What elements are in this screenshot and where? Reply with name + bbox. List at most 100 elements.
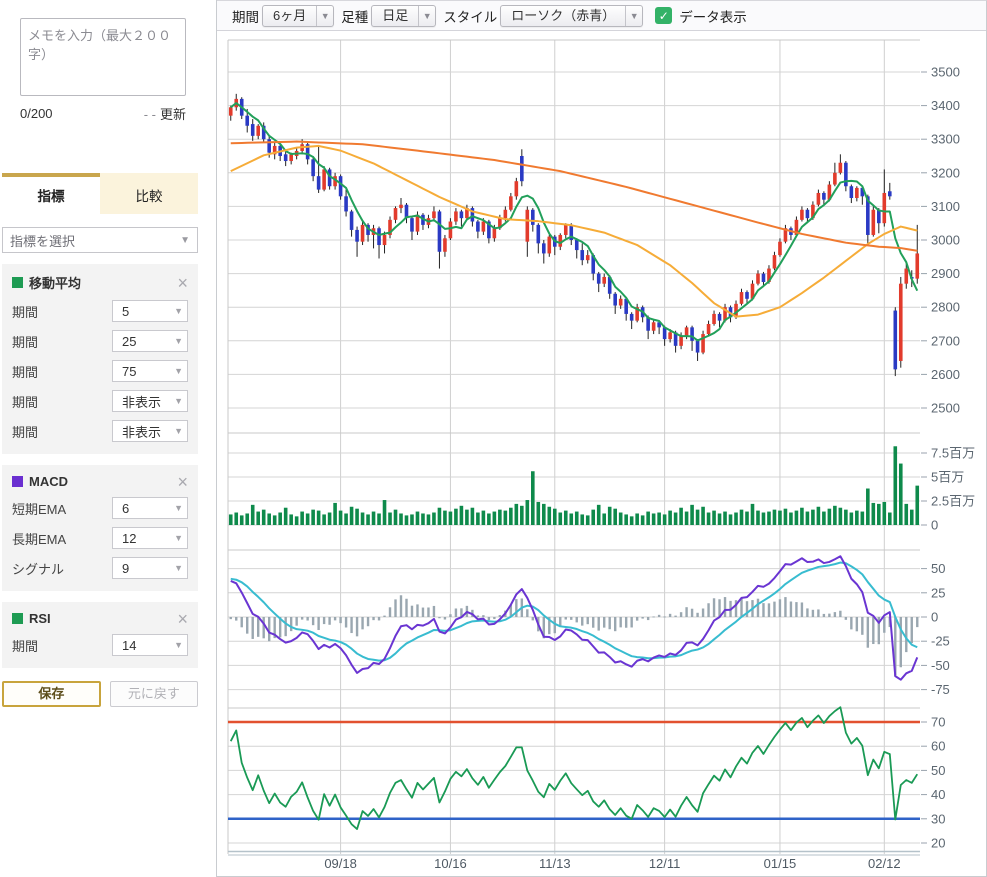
param-select[interactable]: 5▼ [112, 300, 188, 322]
indicator-param-row: 長期EMA 12 ▼ [12, 527, 188, 549]
memo-update-button[interactable]: 更新 [160, 107, 186, 122]
gridlines [228, 40, 920, 855]
param-select[interactable]: 75▼ [112, 360, 188, 382]
indicator-select[interactable]: 指標を選択 ▼ [2, 227, 198, 253]
svg-text:11/13: 11/13 [539, 856, 571, 871]
svg-text:3500: 3500 [931, 65, 960, 80]
indicator-param-row: 期間 5▼ [12, 300, 188, 322]
param-select[interactable]: 25 ▼ [112, 330, 188, 352]
indicator-param-row: 期間 25 ▼ [12, 330, 188, 352]
indicator-section: MACD×短期EMA6▼長期EMA12▼シグナル9▼ [2, 465, 198, 591]
param-value: 非表示 [122, 392, 161, 411]
chevron-down-icon: ▼ [174, 563, 183, 573]
chevron-down-icon: ▼ [174, 640, 183, 650]
param-select[interactable]: 6▼ [112, 497, 188, 519]
data-display-checkbox[interactable]: ✓ [655, 7, 672, 24]
param-value: 75 [122, 364, 136, 379]
period-dropdown[interactable]: 6ヶ月 ▼ [262, 5, 334, 27]
bartype-dropdown[interactable]: 日足 ▼ [371, 5, 436, 27]
param-select[interactable]: 14▼ [112, 634, 188, 656]
svg-text:-50: -50 [931, 658, 950, 673]
indicator-sections: 移動平均×期間5▼期間25▼期間75▼期間非表示▼期間非表示▼MACD×短期EM… [0, 264, 216, 668]
param-value: 6 [122, 501, 129, 516]
chevron-down-icon: ▼ [174, 336, 183, 346]
svg-text:50: 50 [931, 763, 945, 778]
price-panel-candles [229, 94, 919, 376]
svg-text:-25: -25 [931, 634, 950, 649]
reset-button[interactable]: 元に戻す [110, 681, 198, 707]
param-select[interactable]: 9▼ [112, 557, 188, 579]
svg-text:3000: 3000 [931, 233, 960, 248]
svg-text:09/18: 09/18 [324, 856, 357, 871]
close-icon[interactable]: × [177, 475, 188, 489]
param-label: 期間 [12, 332, 38, 351]
svg-text:2600: 2600 [931, 367, 960, 382]
style-value: ローソク（赤青） [501, 6, 625, 26]
tab-indicators[interactable]: 指標 [2, 173, 100, 214]
param-value: 非表示 [122, 422, 161, 441]
svg-text:12/11: 12/11 [649, 856, 681, 871]
param-label: 期間 [12, 636, 38, 655]
rsi-line [231, 707, 918, 829]
bartype-label: 足種 [341, 6, 368, 26]
sidebar: 0/200 - -更新 指標 比較 指標を選択 ▼ 移動平均×期間5▼期間25▼… [0, 0, 217, 877]
svg-text:25: 25 [931, 585, 945, 600]
sidebar-actions: 保存 元に戻す [2, 681, 198, 707]
chevron-down-icon: ▼ [316, 6, 333, 26]
indicator-section: 移動平均×期間5▼期間25▼期間75▼期間非表示▼期間非表示▼ [2, 264, 198, 454]
svg-text:2900: 2900 [931, 266, 960, 281]
svg-text:2500: 2500 [931, 401, 960, 416]
memo-counter: 0/200 [20, 106, 53, 121]
svg-text:2.5百万: 2.5百万 [931, 494, 975, 509]
app-root: 0/200 - -更新 指標 比較 指標を選択 ▼ 移動平均×期間5▼期間25▼… [0, 0, 987, 877]
volume-bars [229, 446, 919, 525]
close-icon[interactable]: × [177, 276, 188, 290]
param-label: 短期EMA [12, 499, 66, 518]
svg-text:2800: 2800 [931, 300, 960, 315]
chevron-down-icon: ▼ [174, 396, 183, 406]
indicator-swatch [12, 277, 23, 288]
svg-text:40: 40 [931, 787, 945, 802]
chevron-down-icon: ▼ [418, 6, 435, 26]
param-select[interactable]: 12 ▼ [112, 527, 188, 549]
memo-input[interactable] [20, 18, 186, 96]
param-label: 長期EMA [12, 529, 66, 548]
param-value: 12 [122, 531, 136, 546]
style-dropdown[interactable]: ローソク（赤青） ▼ [500, 5, 643, 27]
chart-widget: 期間 6ヶ月 ▼ 足種 日足 ▼ スタイル ローソク（赤青） ▼ ✓ データ表示… [217, 0, 987, 877]
param-select[interactable]: 非表示 ▼ [112, 390, 188, 412]
svg-text:30: 30 [931, 811, 945, 826]
check-icon: ✓ [659, 9, 669, 23]
chevron-down-icon: ▼ [174, 533, 183, 543]
macd-line [231, 556, 918, 679]
chart-series [228, 94, 920, 829]
axis-labels: 3500340033003200310030002900280027002600… [324, 65, 975, 872]
indicator-title: MACD [29, 474, 68, 489]
sidebar-tabs: 指標 比較 [2, 173, 198, 214]
param-label: 期間 [12, 422, 38, 441]
chevron-down-icon: ▼ [174, 503, 183, 513]
memo-update: - -更新 [144, 104, 186, 123]
svg-text:7.5百万: 7.5百万 [931, 446, 975, 461]
stock-chart[interactable]: 3500340033003200310030002900280027002600… [217, 31, 987, 877]
indicator-param-row: シグナル9▼ [12, 557, 188, 579]
param-value: 25 [122, 334, 136, 349]
ma5-line [231, 103, 918, 340]
indicator-swatch [12, 613, 23, 624]
save-button[interactable]: 保存 [2, 681, 101, 707]
close-icon[interactable]: × [177, 612, 188, 626]
svg-text:02/12: 02/12 [868, 856, 901, 871]
indicator-param-row: 期間 非表示 ▼ [12, 420, 188, 442]
chevron-down-icon: ▼ [174, 426, 183, 436]
param-select[interactable]: 非表示 ▼ [112, 420, 188, 442]
svg-text:0: 0 [931, 610, 938, 625]
param-label: 期間 [12, 392, 38, 411]
svg-text:2700: 2700 [931, 333, 960, 348]
svg-text:60: 60 [931, 739, 945, 754]
param-label: 期間 [12, 302, 38, 321]
indicator-select-placeholder: 指標を選択 [10, 231, 75, 250]
indicator-section: RSI×期間14▼ [2, 602, 198, 668]
svg-text:3100: 3100 [931, 199, 960, 214]
macd-histogram [230, 595, 919, 676]
tab-compare[interactable]: 比較 [100, 173, 198, 214]
